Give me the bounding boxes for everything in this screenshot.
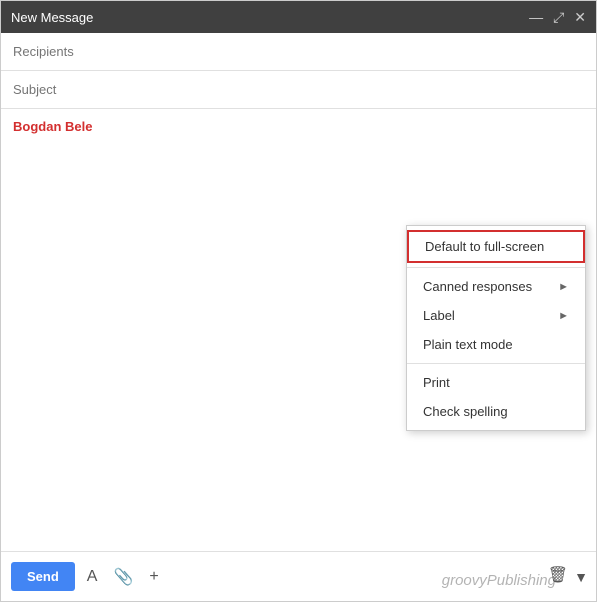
minimize-button[interactable]: —	[529, 9, 543, 25]
context-menu-separator-1	[407, 267, 585, 268]
expand-button[interactable]: ⤢	[553, 9, 564, 26]
context-menu-item-check-spelling[interactable]: Check spelling	[407, 397, 585, 426]
watermark: groovyPublishing	[442, 572, 556, 589]
context-menu-item-default-fullscreen[interactable]: Default to full-screen	[407, 230, 585, 263]
format-text-icon[interactable]: A	[83, 564, 102, 590]
send-button[interactable]: Send	[11, 562, 75, 591]
context-menu-item-canned-responses[interactable]: Canned responses ►	[407, 272, 585, 301]
arrow-right-icon-label: ►	[558, 310, 569, 322]
context-menu-item-print[interactable]: Print	[407, 368, 585, 397]
body-text: Bogdan Bele	[13, 119, 584, 134]
title-bar: New Message — ⤢ ✕	[1, 1, 596, 33]
window-controls: — ⤢ ✕	[529, 9, 586, 26]
toolbar: Send A 📎 + groovyPublishing 🗑 ▼	[1, 551, 596, 601]
close-button[interactable]: ✕	[574, 9, 586, 26]
attach-icon[interactable]: 📎	[109, 563, 137, 591]
context-menu-separator-2	[407, 363, 585, 364]
compose-window: New Message — ⤢ ✕ Bogdan Bele Default to…	[0, 0, 597, 602]
body-area[interactable]: Bogdan Bele Default to full-screen Canne…	[1, 109, 596, 551]
arrow-right-icon: ►	[558, 281, 569, 293]
window-title: New Message	[11, 10, 93, 25]
more-options-inline-icon[interactable]: +	[145, 564, 162, 590]
context-menu-item-label[interactable]: Label ►	[407, 301, 585, 330]
subject-input[interactable]	[13, 82, 584, 97]
subject-row	[1, 71, 596, 109]
recipients-row	[1, 33, 596, 71]
recipients-input[interactable]	[13, 44, 584, 59]
more-options-icon[interactable]: ▼	[574, 569, 588, 585]
context-menu-item-plain-text[interactable]: Plain text mode	[407, 330, 585, 359]
context-menu: Default to full-screen Canned responses …	[406, 225, 586, 431]
trash-icon[interactable]: 🗑	[548, 565, 568, 585]
